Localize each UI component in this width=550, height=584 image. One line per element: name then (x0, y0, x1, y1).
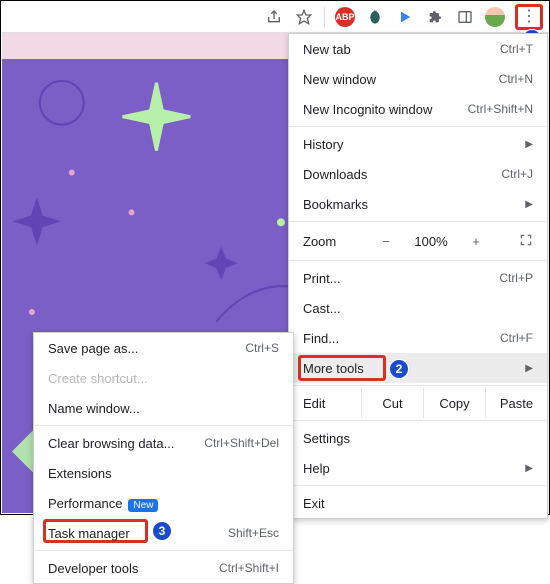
menu-edit-row: Edit Cut Copy Paste (289, 388, 547, 418)
menu-item-label: Create shortcut... (48, 371, 148, 386)
abp-extension-icon[interactable]: ABP (335, 7, 355, 27)
zoom-out-button[interactable]: − (375, 234, 397, 249)
menu-item-label: Exit (303, 496, 325, 511)
new-badge: New (128, 499, 158, 512)
share-icon[interactable] (264, 7, 284, 27)
menu-item-label: PerformanceNew (48, 496, 158, 511)
kebab-icon: ⋮ (521, 8, 537, 25)
menu-history[interactable]: History ▶ (289, 129, 547, 159)
menu-item-label: Developer tools (48, 561, 138, 576)
submenu-task-manager[interactable]: Task manager Shift+Esc 3 (34, 518, 293, 548)
menu-item-label: Downloads (303, 167, 367, 182)
menu-help[interactable]: Help ▶ (289, 453, 547, 483)
zoom-in-button[interactable]: + (465, 234, 487, 249)
menu-item-shortcut: Ctrl+T (500, 42, 533, 56)
menu-downloads[interactable]: Downloads Ctrl+J (289, 159, 547, 189)
menu-item-label: History (303, 137, 343, 152)
menu-item-label: More tools (303, 361, 364, 376)
menu-item-label: Print... (303, 271, 341, 286)
menu-item-label: New Incognito window (303, 102, 432, 117)
submenu-arrow-icon: ▶ (525, 363, 533, 374)
menu-cast[interactable]: Cast... (289, 293, 547, 323)
profile-avatar[interactable] (485, 7, 505, 27)
menu-new-window[interactable]: New window Ctrl+N (289, 64, 547, 94)
menu-item-shortcut: Ctrl+Shift+I (219, 561, 279, 575)
menu-item-shortcut: Shift+Esc (228, 526, 279, 540)
chrome-menu-button[interactable]: ⋮ 1 (515, 4, 543, 30)
submenu-create-shortcut: Create shortcut... (34, 363, 293, 393)
more-tools-submenu: Save page as... Ctrl+S Create shortcut..… (33, 332, 294, 584)
annotation-badge-2: 2 (389, 359, 409, 379)
menu-item-shortcut: Ctrl+J (501, 167, 533, 181)
edit-cut-button[interactable]: Cut (361, 388, 423, 418)
menu-settings[interactable]: Settings (289, 423, 547, 453)
menu-item-shortcut: Ctrl+S (245, 341, 279, 355)
fullscreen-icon[interactable] (519, 233, 533, 250)
chrome-main-menu: New tab Ctrl+T New window Ctrl+N New Inc… (288, 33, 548, 519)
menu-item-shortcut: Ctrl+N (499, 72, 533, 86)
menu-item-label: New tab (303, 42, 351, 57)
menu-item-shortcut: Ctrl+P (499, 271, 533, 285)
menu-exit[interactable]: Exit (289, 488, 547, 518)
menu-item-shortcut: Ctrl+F (500, 331, 533, 345)
menu-item-label: Help (303, 461, 330, 476)
menu-new-incognito[interactable]: New Incognito window Ctrl+Shift+N (289, 94, 547, 124)
submenu-save-page[interactable]: Save page as... Ctrl+S (34, 333, 293, 363)
extensions-puzzle-icon[interactable] (425, 7, 445, 27)
menu-item-label: Bookmarks (303, 197, 368, 212)
menu-item-label: Settings (303, 431, 350, 446)
menu-item-label: New window (303, 72, 376, 87)
submenu-developer-tools[interactable]: Developer tools Ctrl+Shift+I (34, 553, 293, 583)
menu-item-label: Task manager (48, 526, 130, 541)
annotation-badge-3: 3 (152, 521, 172, 541)
menu-item-label: Name window... (48, 401, 140, 416)
surfshark-extension-icon[interactable] (365, 7, 385, 27)
zoom-label: Zoom (303, 234, 361, 249)
submenu-arrow-icon: ▶ (525, 139, 533, 150)
browser-toolbar: ABP ⋮ 1 (1, 1, 549, 33)
edit-copy-button[interactable]: Copy (423, 388, 485, 418)
menu-item-label: Save page as... (48, 341, 138, 356)
menu-item-shortcut: Ctrl+Shift+Del (204, 436, 279, 450)
submenu-arrow-icon: ▶ (525, 199, 533, 210)
menu-item-label: Clear browsing data... (48, 436, 174, 451)
submenu-clear-browsing-data[interactable]: Clear browsing data... Ctrl+Shift+Del (34, 428, 293, 458)
menu-item-label: Cast... (303, 301, 341, 316)
menu-zoom-row: Zoom − 100% + (289, 224, 547, 258)
star-icon[interactable] (294, 7, 314, 27)
menu-more-tools[interactable]: More tools ▶ 2 (289, 353, 547, 383)
menu-find[interactable]: Find... Ctrl+F (289, 323, 547, 353)
edit-label: Edit (289, 396, 361, 411)
menu-item-label: Extensions (48, 466, 112, 481)
zoom-percent: 100% (411, 234, 451, 249)
edit-paste-button[interactable]: Paste (485, 388, 547, 418)
submenu-extensions[interactable]: Extensions (34, 458, 293, 488)
submenu-arrow-icon: ▶ (525, 463, 533, 474)
side-panel-icon[interactable] (455, 7, 475, 27)
menu-new-tab[interactable]: New tab Ctrl+T (289, 34, 547, 64)
submenu-name-window[interactable]: Name window... (34, 393, 293, 423)
menu-item-label: Find... (303, 331, 339, 346)
menu-item-shortcut: Ctrl+Shift+N (468, 102, 533, 116)
play-extension-icon[interactable] (395, 7, 415, 27)
menu-bookmarks[interactable]: Bookmarks ▶ (289, 189, 547, 219)
menu-print[interactable]: Print... Ctrl+P (289, 263, 547, 293)
submenu-performance[interactable]: PerformanceNew (34, 488, 293, 518)
